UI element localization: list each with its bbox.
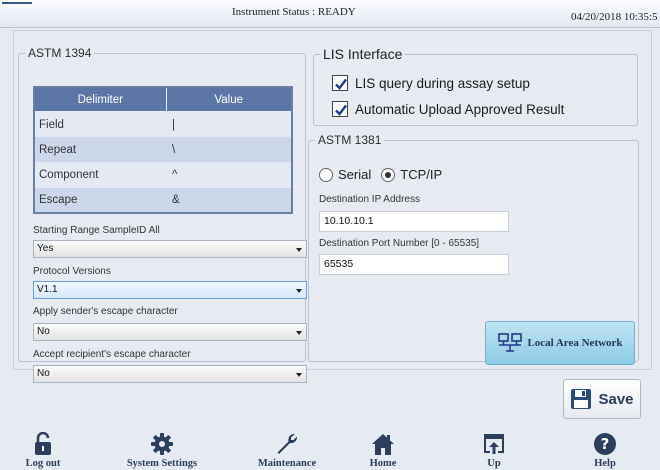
nav-maintenance[interactable]: Maintenance <box>237 430 337 469</box>
local-area-network-button[interactable]: Local Area Network <box>485 321 635 365</box>
chevron-down-icon <box>296 248 302 252</box>
gear-icon <box>151 433 173 455</box>
save-label: Save <box>598 390 634 408</box>
instrument-status: Instrument Status : READY <box>232 6 356 18</box>
tcpip-radio[interactable] <box>381 167 396 182</box>
nav-home-label: Home <box>369 458 397 469</box>
starting-range-label: Starting Range SampleID All <box>33 225 160 236</box>
serial-label[interactable]: Serial <box>338 167 371 182</box>
port-number-value: 65535 <box>324 258 354 270</box>
nav-home[interactable]: Home <box>333 430 433 469</box>
protocol-version-label: Protocol Versions <box>33 266 111 277</box>
table-header-row: Delimiter Value <box>33 86 293 113</box>
checkmark-icon <box>335 78 347 90</box>
connection-type-radios: Serial TCP/IP <box>319 167 452 182</box>
nav-system-settings-label: System Settings <box>126 458 198 469</box>
checkmark-icon <box>335 104 347 116</box>
apply-escape-label: Apply sender's escape character <box>33 306 178 317</box>
table-row[interactable]: Component ^ <box>34 162 292 188</box>
lis-interface-group: LIS Interface LIS query during assay set… <box>313 46 638 126</box>
lock-open-icon <box>35 432 51 455</box>
status-bar: Instrument Status : READY 04/20/2018 10:… <box>0 0 660 28</box>
delimiter-name: Repeat <box>34 136 166 163</box>
wrench-icon <box>277 433 298 454</box>
astm1381-group: ASTM 1381 Serial TCP/IP Destination IP A… <box>308 133 639 365</box>
lis-query-label: LIS query during assay setup <box>355 75 530 91</box>
auto-upload-label: Automatic Upload Approved Result <box>355 101 565 117</box>
home-icon <box>372 434 394 455</box>
network-icon <box>498 333 523 352</box>
bottom-navigation: Log out System Settings Maintenance Home… <box>0 430 660 470</box>
accept-escape-label: Accept recipient's escape character <box>33 349 191 360</box>
delimiter-name: Escape <box>34 187 166 213</box>
table-row[interactable]: Field | <box>34 111 292 137</box>
column-header-value: Value <box>165 86 293 113</box>
nav-log-out[interactable]: Log out <box>0 430 93 469</box>
nav-help[interactable]: ? Help <box>555 430 655 469</box>
delimiter-value[interactable]: & <box>166 187 292 213</box>
delimiter-value[interactable]: \ <box>166 136 292 163</box>
lis-query-checkbox[interactable] <box>332 75 348 91</box>
lis-interface-title: LIS Interface <box>323 46 403 62</box>
ip-address-value: 10.10.10.1 <box>324 215 374 227</box>
port-number-label: Destination Port Number [0 - 65535] <box>319 238 480 249</box>
table-row[interactable]: Repeat \ <box>34 136 292 163</box>
column-header-delimiter: Delimiter <box>33 86 167 113</box>
nav-system-settings[interactable]: System Settings <box>112 430 212 469</box>
chevron-down-icon <box>296 373 302 377</box>
delimiter-name: Component <box>34 162 166 188</box>
auto-upload-checkbox[interactable] <box>332 101 348 117</box>
starting-range-value: Yes <box>37 243 54 254</box>
serial-radio[interactable] <box>319 167 333 182</box>
chevron-down-icon <box>296 289 302 293</box>
up-icon <box>484 434 504 454</box>
delimiter-value[interactable]: | <box>166 111 292 137</box>
accept-escape-select[interactable]: No <box>33 365 307 383</box>
nav-help-label: Help <box>594 458 616 469</box>
auto-upload-option[interactable]: Automatic Upload Approved Result <box>332 101 564 117</box>
port-number-input[interactable]: 65535 <box>319 254 509 275</box>
logo <box>2 0 32 4</box>
nav-up-label: Up <box>487 458 501 469</box>
nav-up[interactable]: Up <box>444 430 544 469</box>
svg-text:?: ? <box>601 435 610 453</box>
protocol-version-value: V1.1 <box>37 284 58 295</box>
apply-escape-select[interactable]: No <box>33 323 307 341</box>
datetime: 04/20/2018 10:35:5 <box>571 11 658 23</box>
nav-maintenance-label: Maintenance <box>257 458 317 469</box>
floppy-disk-icon <box>571 389 592 409</box>
ip-address-input[interactable]: 10.10.10.1 <box>319 211 509 232</box>
lis-query-option[interactable]: LIS query during assay setup <box>332 75 530 91</box>
protocol-version-select[interactable]: V1.1 <box>33 281 307 299</box>
local-area-network-label: Local Area Network <box>527 337 623 349</box>
astm1381-title: ASTM 1381 <box>318 133 382 147</box>
accept-escape-value: No <box>37 368 50 379</box>
save-button[interactable]: Save <box>563 379 641 419</box>
delimiter-name: Field <box>34 111 166 137</box>
table-row[interactable]: Escape & <box>34 187 292 213</box>
chevron-down-icon <box>296 331 302 335</box>
starting-range-select[interactable]: Yes <box>33 240 307 258</box>
astm1394-group: ASTM 1394 Delimiter Value Field | Repeat… <box>18 46 307 383</box>
astm1394-title: ASTM 1394 <box>28 46 92 60</box>
ip-address-label: Destination IP Address <box>319 194 420 205</box>
help-icon: ? <box>594 433 616 455</box>
apply-escape-value: No <box>37 326 50 337</box>
delimiter-value[interactable]: ^ <box>166 162 292 188</box>
tcpip-label[interactable]: TCP/IP <box>400 167 442 182</box>
nav-log-out-label: Log out <box>25 458 61 469</box>
delimiter-table: Delimiter Value Field | Repeat \ Compone… <box>33 86 293 214</box>
